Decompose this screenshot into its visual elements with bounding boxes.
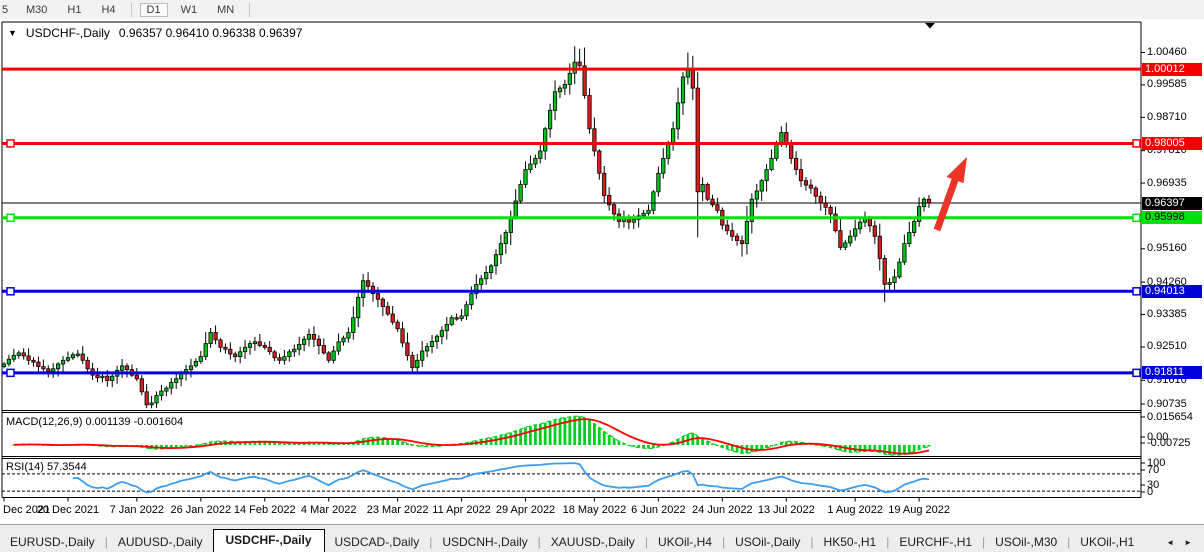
tab-scroll-left-button[interactable]: ◄: [1166, 538, 1174, 547]
macd-axis-label: 0.015654: [1147, 411, 1193, 424]
chart-title: ▼ USDCHF-,Daily 0.96357 0.96410 0.96338 …: [8, 26, 302, 40]
timeframe-button-MN[interactable]: MN: [210, 3, 241, 17]
date-tick-label: 1 Aug 2022: [827, 504, 883, 516]
date-tick-label: 18 May 2022: [563, 504, 627, 516]
timeframe-button-H4[interactable]: H4: [94, 3, 122, 17]
symbol-tabbar: EURUSD-,Daily|AUDUSD-,DailyUSDCHF-,Daily…: [0, 524, 1204, 552]
date-tick-label: 19 Aug 2022: [888, 504, 950, 516]
rsi-axis-label: 0: [1147, 486, 1153, 499]
date-tick-label: 20 Dec 2021: [37, 504, 99, 516]
price-tick-label: 1.00460: [1147, 46, 1187, 59]
trading-terminal-window: 5 M30 H1 H4 D1 W1 MN ▼ USDCHF-,Daily 0.96357 0…: [0, 0, 1204, 552]
chart-tab-usoil-m30[interactable]: USOil-,M30: [985, 533, 1067, 552]
symbol-dropdown-icon[interactable]: ▼: [8, 28, 17, 38]
tab-scroll-right-button[interactable]: ►: [1184, 538, 1192, 547]
date-tick-label: 24 Jun 2022: [692, 504, 753, 516]
candles-layer: [2, 46, 930, 408]
chart-tab-usdcad-daily[interactable]: USDCAD-,Daily: [325, 533, 430, 552]
line-handle: [1133, 369, 1140, 376]
chart-tab-ukoil-h1[interactable]: UKOil-,H1: [1070, 533, 1144, 552]
trend-arrow-annotation[interactable]: [934, 157, 967, 231]
date-tick-label: 23 Mar 2022: [367, 504, 429, 516]
rsi-line: [73, 463, 929, 492]
price-line-label-0.98005: 0.98005: [1142, 137, 1202, 150]
chart-symbol-label: USDCHF-,Daily: [26, 26, 110, 40]
chart-tab-usdcnh-daily[interactable]: USDCNH-,Daily: [432, 533, 537, 552]
chart-canvas[interactable]: [0, 19, 1204, 524]
toolbar-separator: [249, 3, 250, 17]
timeframe-button-H1[interactable]: H1: [60, 3, 88, 17]
toolbar-separator: [131, 3, 132, 17]
price-tick-label: 0.98710: [1147, 111, 1187, 124]
date-tick-label: 26 Jan 2022: [171, 504, 232, 516]
price-tick-label: 0.90735: [1147, 398, 1187, 411]
price-tick-label: 0.93385: [1147, 308, 1187, 321]
chart-tab-usoil-daily[interactable]: USOil-,Daily: [725, 533, 810, 552]
date-tick-label: 29 Apr 2022: [496, 504, 555, 516]
chart-tab-hk50-h1[interactable]: HK50-,H1: [814, 533, 887, 552]
rsi-indicator-label: RSI(14) 57.3544: [6, 461, 87, 473]
line-handle: [7, 140, 14, 147]
price-line-label-0.91811: 0.91811: [1142, 366, 1202, 379]
line-handle: [1133, 288, 1140, 295]
chart-tab-usdchf-daily[interactable]: USDCHF-,Daily: [213, 529, 325, 552]
line-handle: [7, 369, 14, 376]
timeframe-button-5[interactable]: 5: [0, 3, 13, 17]
price-line-label-0.95998: 0.95998: [1142, 211, 1202, 224]
date-tick-label: 6 Jun 2022: [631, 504, 685, 516]
rsi-axis-label: 70: [1147, 464, 1159, 477]
price-tick-label: 0.95160: [1147, 242, 1187, 255]
chart-shift-marker-icon: [925, 23, 935, 29]
date-tick-label: 13 Jul 2022: [758, 504, 815, 516]
price-tick-label: 0.92510: [1147, 340, 1187, 353]
macd-indicator-label: MACD(12,26,9) 0.001139 -0.001604: [6, 416, 183, 428]
macd-axis-label: -0.00725: [1147, 437, 1190, 450]
chart-tab-eurchf-h1[interactable]: EURCHF-,H1: [889, 533, 982, 552]
date-tick-label: 14 Feb 2022: [234, 504, 296, 516]
chart-tab-eurusd-daily[interactable]: EURUSD-,Daily: [0, 533, 105, 552]
price-tick-label: 0.99585: [1147, 78, 1187, 91]
date-tick-label: 11 Apr 2022: [432, 504, 491, 516]
line-handle: [1133, 140, 1140, 147]
timeframe-button-M30[interactable]: M30: [19, 3, 54, 17]
chart-area: ▼ USDCHF-,Daily 0.96357 0.96410 0.96338 …: [0, 19, 1204, 524]
timeframe-button-D1[interactable]: D1: [140, 3, 168, 17]
chart-tab-ukoil-h4[interactable]: UKOil-,H4: [648, 533, 722, 552]
line-handle: [7, 214, 14, 221]
date-tick-label: 7 Jan 2022: [110, 504, 164, 516]
price-line-label-1.00012: 1.00012: [1142, 63, 1202, 76]
chart-tab-audusd-daily[interactable]: AUDUSD-,Daily: [108, 533, 213, 552]
timeframe-toolbar: 5 M30 H1 H4 D1 W1 MN: [0, 0, 1204, 20]
chart-ohlc-values: 0.96357 0.96410 0.96338 0.96397: [119, 26, 303, 40]
line-handle: [7, 288, 14, 295]
current-price-label: 0.96397: [1142, 197, 1202, 210]
date-tick-label: 4 Mar 2022: [301, 504, 357, 516]
price-line-label-0.94013: 0.94013: [1142, 285, 1202, 298]
chart-tab-xauusd-daily[interactable]: XAUUSD-,Daily: [541, 533, 645, 552]
line-handle: [1133, 214, 1140, 221]
timeframe-button-W1[interactable]: W1: [174, 3, 205, 17]
price-tick-label: 0.96935: [1147, 177, 1187, 190]
